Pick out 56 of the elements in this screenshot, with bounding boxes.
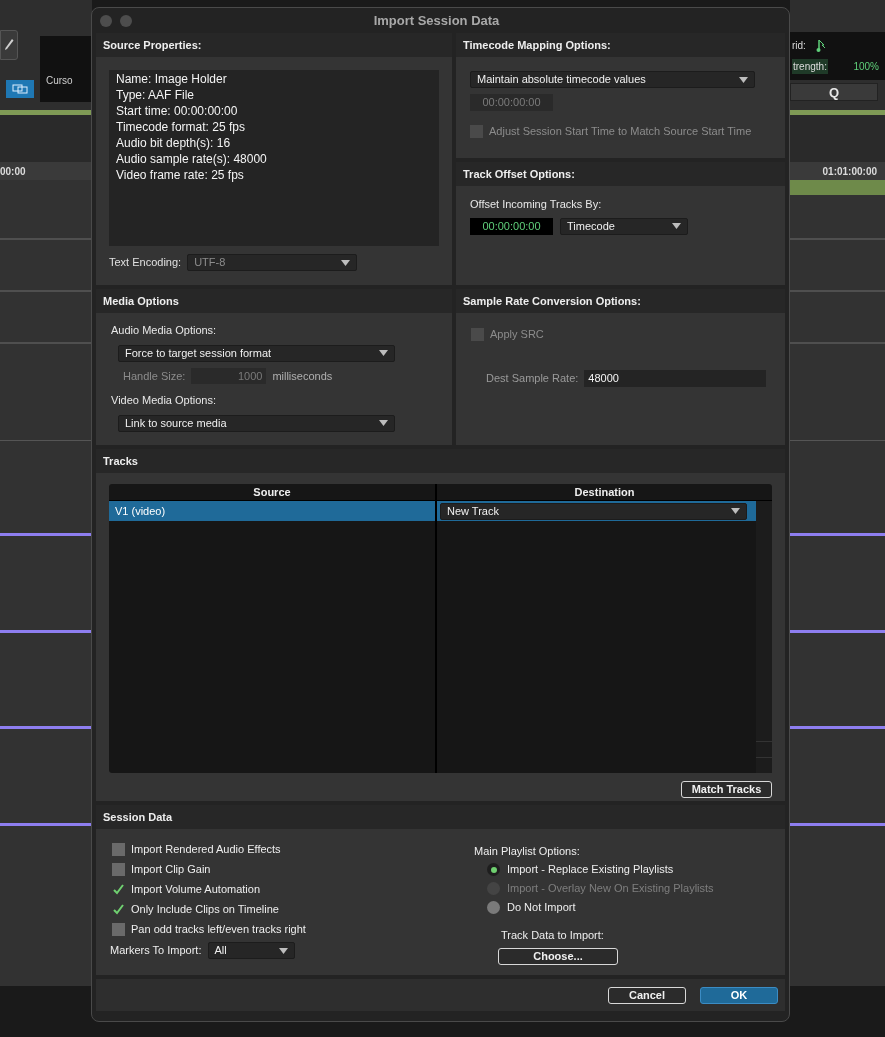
property-line: Audio sample rate(s): 48000 (116, 151, 268, 167)
offset-timecode-field[interactable]: 00:00:00:00 (470, 217, 553, 235)
checkbox-label: Adjust Session Start Time to Match Source Start Time (489, 124, 752, 139)
markers-label: Markers To Import: (110, 943, 202, 959)
grid-label: rid: (792, 39, 806, 53)
section-title: Timecode Mapping Options: (463, 37, 611, 53)
playlist-options-label: Main Playlist Options: (474, 844, 581, 859)
audio-media-dropdown[interactable]: Force to target session format (118, 344, 395, 362)
offset-label: Offset Incoming Tracks By: (470, 197, 603, 212)
radio-label: Import - Overlay New On Existing Playlists (507, 881, 714, 897)
property-line: Timecode format: 25 fps (116, 119, 246, 135)
property-line: Video frame rate: 25 fps (116, 167, 245, 183)
section-title: Track Offset Options: (463, 166, 575, 182)
property-line: Audio bit depth(s): 16 (116, 135, 232, 151)
ok-button[interactable]: OK (700, 986, 778, 1004)
property-line: Name: Image Holder (116, 71, 228, 87)
checkbox-label: Apply SRC (490, 327, 544, 342)
section-title: Sample Rate Conversion Options: (463, 293, 641, 309)
window-title: Import Session Data (373, 11, 500, 30)
checkbox-label: Import Volume Automation (131, 881, 260, 897)
track-row[interactable]: V1 (video) (109, 501, 435, 521)
checkbox-label: Import Clip Gain (131, 861, 211, 877)
handle-unit-label: milliseconds (272, 368, 333, 384)
checkbox-label: Only Include Clips on Timeline (131, 901, 279, 917)
section-title: Media Options (103, 293, 179, 309)
handle-size-label: Handle Size: (123, 368, 186, 384)
property-line: Type: AAF File (116, 87, 196, 103)
section-title: Tracks (103, 453, 138, 469)
strength-label: trength: (792, 59, 828, 74)
property-line: Start time: 00:00:00:00 (116, 103, 239, 119)
section-title: Source Properties: (103, 37, 202, 53)
destination-dropdown[interactable]: New Track (440, 502, 747, 520)
dest-sample-rate-field[interactable]: 48000 (584, 369, 767, 387)
radio-label: Import - Replace Existing Playlists (507, 862, 674, 878)
checkbox-label: Import Rendered Audio Effects (131, 841, 281, 857)
offset-unit-dropdown[interactable]: Timecode (560, 217, 688, 235)
column-header: Destination (573, 485, 636, 500)
choose-button[interactable]: Choose... (498, 948, 618, 965)
timecode-mapping-dropdown[interactable]: Maintain absolute timecode values (470, 71, 755, 88)
video-media-label: Video Media Options: (111, 393, 217, 408)
match-tracks-button[interactable]: Match Tracks (681, 781, 772, 798)
track-data-label: Track Data to Import: (500, 927, 605, 943)
section-title: Session Data (103, 809, 173, 825)
checkbox-label: Pan odd tracks left/even tracks right (131, 921, 306, 937)
strength-value: 100% (853, 60, 879, 74)
ruler-time: 00:00 (0, 164, 26, 179)
audio-media-label: Audio Media Options: (111, 323, 218, 338)
dest-sample-rate-label: Dest Sample Rate: (486, 370, 579, 386)
markers-dropdown[interactable]: All (207, 942, 295, 959)
video-media-dropdown[interactable]: Link to source media (118, 414, 395, 432)
text-encoding-label: Text Encoding: (109, 255, 182, 271)
cancel-button[interactable]: Cancel (608, 986, 686, 1004)
cursor-label: Curso (46, 74, 73, 88)
radio-label: Do Not Import (507, 900, 576, 916)
ruler-time: 01:01:00:00 (822, 164, 877, 179)
quantize-button[interactable]: Q (790, 83, 878, 101)
